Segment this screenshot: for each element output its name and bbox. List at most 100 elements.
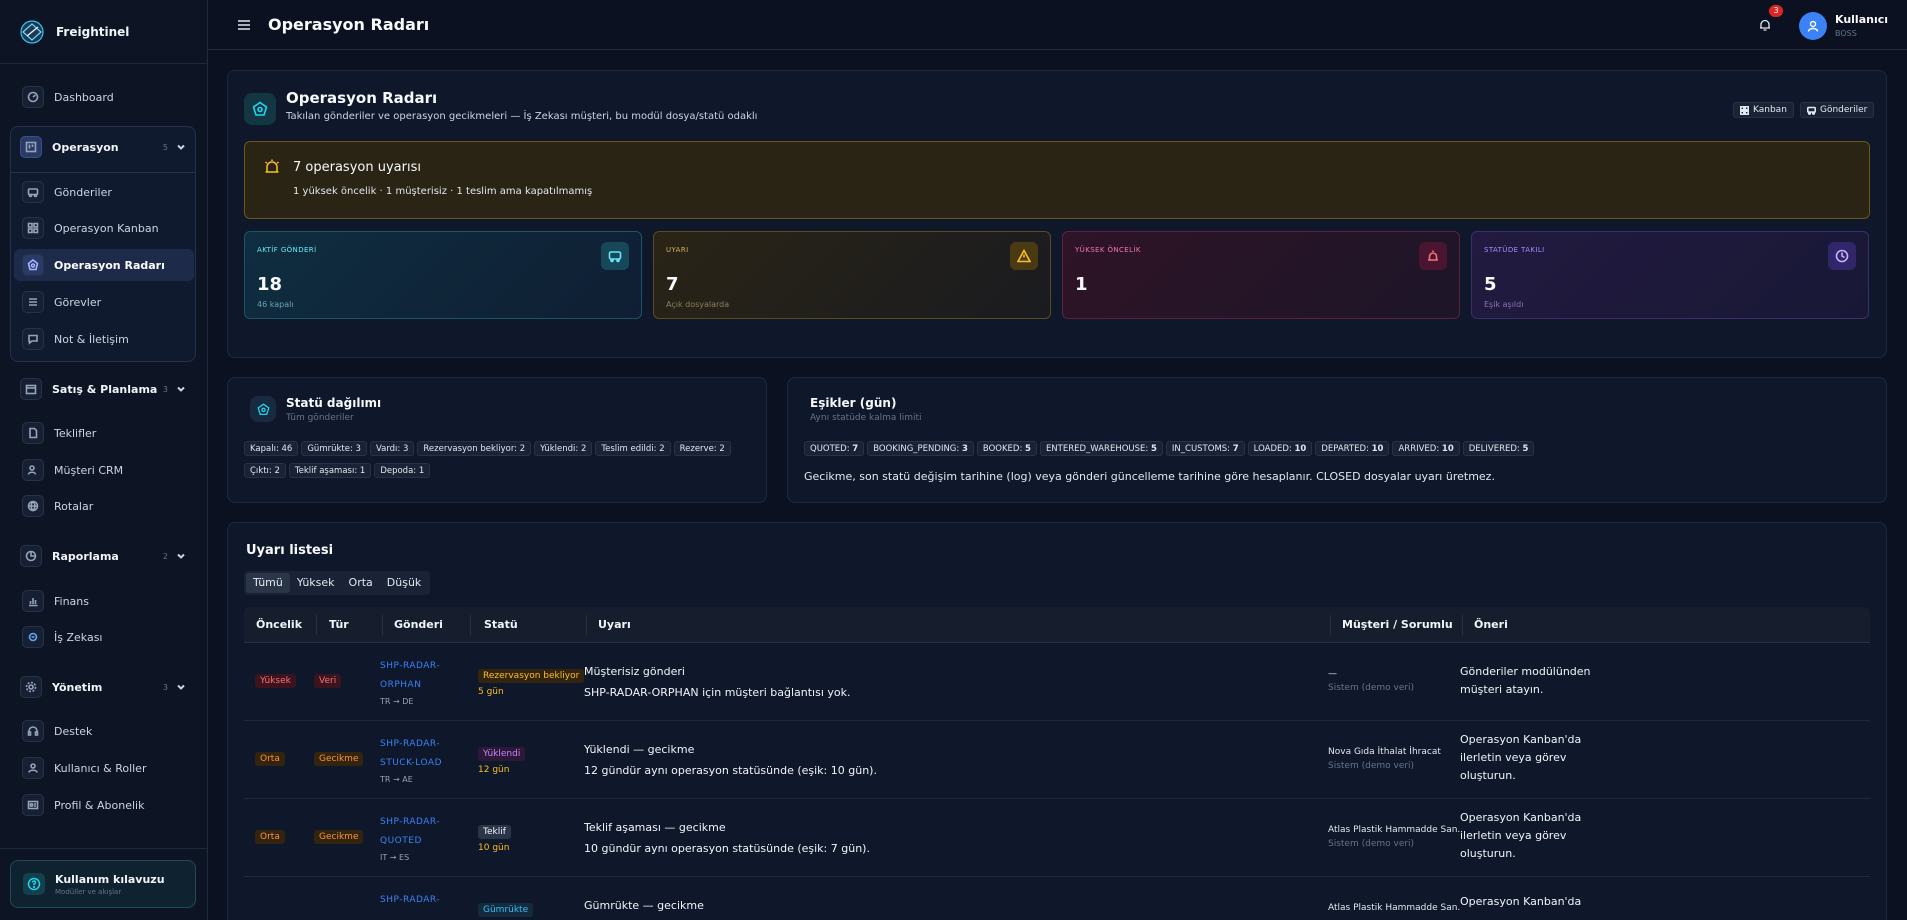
col-oneri[interactable]: Öneri — [1474, 618, 1508, 631]
clock-icon — [1828, 242, 1856, 270]
alert-row-title: Gümrükte — gecikme — [584, 899, 704, 912]
threshold-chip: IN_CUSTOMS: 7 — [1165, 441, 1245, 456]
alert-summary: 1 yüksek öncelik · 1 müşterisiz · 1 tesl… — [293, 186, 593, 197]
chevron-down-icon — [177, 144, 185, 150]
col-tur[interactable]: Tür — [329, 618, 349, 631]
chat-icon — [22, 328, 44, 350]
col-musteri-sorumlu[interactable]: Müşteri / Sorumlu — [1342, 618, 1453, 631]
table-row[interactable]: SHP-RADAR- Gümrükte Gümrükte — gecikme A… — [244, 877, 1870, 920]
customer-name: Nova Gıda İthalat İhracat — [1328, 747, 1441, 757]
freightinel-logo-icon — [20, 19, 44, 44]
sidebar-item-not-iletisim[interactable]: Not & İletişim — [14, 323, 194, 355]
gear-icon — [20, 676, 42, 698]
alert-row-desc: 12 gündür aynı operasyon statüsünde (eşi… — [584, 764, 877, 777]
brand[interactable]: Freightinel — [0, 0, 207, 64]
sidebar-item-label: Gönderiler — [54, 185, 112, 199]
priority-badge: Orta — [255, 752, 285, 766]
col-statu[interactable]: Statü — [484, 618, 518, 631]
col-uyari[interactable]: Uyarı — [598, 618, 631, 631]
guide-card[interactable]: Kullanım kılavuzu Modüller ve akışlar — [10, 860, 196, 908]
document-icon — [22, 422, 44, 444]
filter-orta[interactable]: Orta — [342, 573, 380, 593]
status-badge: Teklif — [478, 825, 511, 839]
sidebar-item-label: Profil & Abonelik — [54, 798, 145, 812]
status-chip: Vardı: 3 — [369, 441, 415, 456]
threshold-value: 3 — [961, 444, 968, 454]
bell-icon[interactable] — [1758, 18, 1772, 32]
owner-name: Sistem (demo veri) — [1328, 761, 1415, 771]
status-chip: Rezerve: 2 — [673, 441, 731, 456]
alert-banner: 7 operasyon uyarısı 1 yüksek öncelik · 1… — [244, 141, 1870, 219]
threshold-key: ARRIVED: — [1398, 444, 1440, 454]
shipment-link[interactable]: SHP-RADAR-STUCK-LOAD — [380, 735, 450, 773]
sidebar-item-finans[interactable]: Finans — [14, 585, 194, 617]
suggestion: Operasyon Kanban'da ilerletin veya görev… — [1460, 733, 1582, 782]
list-icon — [22, 291, 44, 313]
sidebar-item-teklifler[interactable]: Teklifler — [14, 417, 194, 449]
alarm-icon — [264, 159, 280, 173]
chevron-down-icon — [177, 553, 185, 559]
shipment-link[interactable]: SHP-RADAR-ORPHAN — [380, 657, 450, 695]
sidebar-item-operasyon-radari[interactable]: Operasyon Radarı — [14, 249, 194, 281]
sidebar-group-raporlama[interactable]: Raporlama 2 — [10, 538, 196, 574]
avatar[interactable] — [1799, 12, 1827, 40]
status-dist-subtitle: Tüm gönderiler — [286, 413, 354, 423]
filter-dusuk[interactable]: Düşük — [380, 573, 429, 593]
stat-sub: Açık dosyalarda — [666, 300, 730, 309]
col-gonderi[interactable]: Gönderi — [394, 618, 443, 631]
kanban-button[interactable]: Kanban — [1733, 102, 1794, 118]
col-oncelik[interactable]: Öncelik — [256, 618, 302, 631]
customer-name: Atlas Plastik Hammadde San. — [1328, 903, 1461, 913]
brand-name: Freightinel — [56, 24, 130, 39]
shipment-link[interactable]: SHP-RADAR- — [380, 891, 450, 910]
menu-icon[interactable] — [238, 20, 250, 30]
table-row[interactable]: Orta Gecikme SHP-RADAR-QUOTED IT → ES Te… — [244, 799, 1870, 877]
sidebar-item-gorevler[interactable]: Görevler — [14, 286, 194, 318]
owner-name: Sistem (demo veri) — [1328, 683, 1415, 693]
shipment-link[interactable]: SHP-RADAR-QUOTED — [380, 813, 450, 851]
sidebar-item-gonderiler[interactable]: Gönderiler — [14, 176, 194, 208]
type-badge: Veri — [314, 674, 342, 688]
shipment-route: IT → ES — [380, 853, 410, 862]
notification-badge: 3 — [1769, 5, 1783, 17]
sidebar-item-label: Operasyon Radarı — [54, 258, 165, 272]
filter-yuksek[interactable]: Yüksek — [290, 573, 342, 593]
users-icon — [22, 459, 44, 481]
sidebar-item-profil-abonelik[interactable]: Profil & Abonelik — [14, 789, 194, 821]
sidebar-item-is-zekasi[interactable]: İş Zekası — [14, 621, 194, 653]
threshold-key: ENTERED_WAREHOUSE: — [1045, 444, 1149, 454]
threshold-chip: QUOTED: 7 — [804, 441, 865, 456]
sidebar-item-rotalar[interactable]: Rotalar — [14, 490, 194, 522]
kanban-button-label: Kanban — [1753, 105, 1787, 115]
sidebar-item-operasyon-kanban[interactable]: Operasyon Kanban — [14, 212, 194, 244]
status-badge: Gümrükte — [478, 903, 534, 917]
user-role: BOSS — [1835, 29, 1857, 38]
threshold-value: 5 — [1150, 444, 1157, 454]
topbar: Operasyon Radarı 3 Kullanıcı BOSS — [208, 0, 1907, 50]
brain-icon — [22, 626, 44, 648]
user-name[interactable]: Kullanıcı — [1835, 13, 1888, 26]
gonderiler-button[interactable]: Gönderiler — [1800, 102, 1875, 118]
stat-label: STATÜDE TAKILI — [1484, 246, 1545, 254]
guide-subtitle: Modüller ve akışlar — [55, 887, 122, 896]
group-count: 2 — [162, 551, 168, 561]
table-row[interactable]: Orta Gecikme SHP-RADAR-STUCK-LOAD TR → A… — [244, 721, 1870, 799]
priority-badge: Yüksek — [255, 674, 296, 688]
filter-tumu[interactable]: Tümü — [246, 573, 290, 593]
threshold-value: 10 — [1294, 444, 1307, 454]
stat-label: AKTİF GÖNDERİ — [257, 246, 317, 254]
group-label: Raporlama — [52, 549, 119, 563]
stat-card-warning: UYARI 7 Açık dosyalarda — [653, 231, 1051, 319]
page-title: Operasyon Radarı — [268, 15, 430, 34]
sidebar-item-destek[interactable]: Destek — [14, 715, 194, 747]
sidebar-item-dashboard[interactable]: Dashboard — [14, 81, 194, 113]
alerts-list-title: Uyarı listesi — [246, 543, 334, 558]
sidebar-group-satis[interactable]: Satış & Planlama 3 — [10, 371, 196, 407]
sidebar-group-yonetim[interactable]: Yönetim 3 — [10, 669, 196, 705]
sidebar-group-operasyon[interactable]: Operasyon 5 — [10, 129, 196, 165]
sidebar-item-kullanici-roller[interactable]: Kullanıcı & Roller — [14, 752, 194, 784]
sidebar-item-musteri-crm[interactable]: Müşteri CRM — [14, 454, 194, 486]
threshold-value: 5 — [1522, 444, 1529, 454]
warning-icon — [1010, 242, 1038, 270]
table-row[interactable]: Yüksek Veri SHP-RADAR-ORPHAN TR → DE Rez… — [244, 643, 1870, 721]
